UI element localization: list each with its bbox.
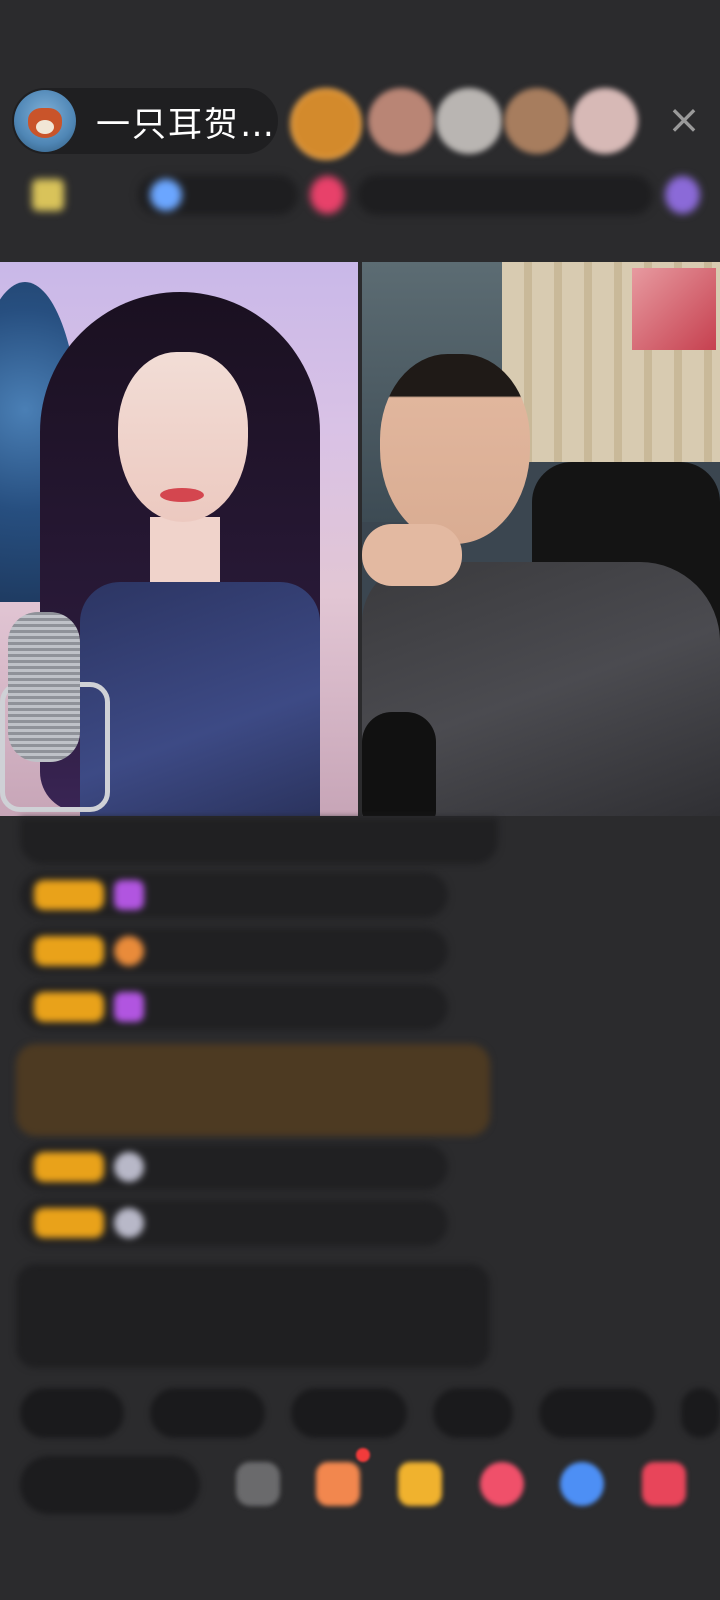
- guest-hand-graphic: [362, 524, 462, 586]
- fan-level-badge: [34, 1152, 104, 1182]
- room-info-row: [20, 172, 700, 218]
- emoji-icon[interactable]: [236, 1462, 280, 1506]
- chat-message[interactable]: [20, 928, 448, 974]
- host-name: 一只耳贺…: [96, 104, 276, 145]
- purple-badge-icon[interactable]: [665, 176, 700, 214]
- fan-level-badge: [34, 1208, 104, 1238]
- quick-reply-chip[interactable]: [680, 1388, 720, 1438]
- fan-level-badge: [34, 880, 104, 910]
- notification-dot: [356, 1448, 370, 1462]
- chat-message[interactable]: [20, 818, 498, 864]
- video-feed-left[interactable]: [0, 262, 358, 816]
- chat-input[interactable]: [20, 1456, 200, 1514]
- chat-message[interactable]: [20, 1144, 448, 1190]
- quick-reply-chip[interactable]: [20, 1388, 124, 1438]
- shell-icon: [114, 936, 144, 966]
- microphone-graphic: [8, 612, 80, 762]
- chat-message[interactable]: [20, 1200, 448, 1246]
- streamer-lips-graphic: [160, 488, 204, 502]
- chat-message-highlight[interactable]: [16, 1044, 490, 1136]
- gift-box-icon[interactable]: [316, 1462, 360, 1506]
- chat-message[interactable]: [20, 872, 448, 918]
- viewer-avatar-1[interactable]: [290, 88, 362, 160]
- rank-icon: [149, 179, 182, 211]
- quick-reply-chip[interactable]: [149, 1388, 266, 1438]
- game-controller-icon[interactable]: [560, 1462, 604, 1506]
- viewer-avatar-2[interactable]: [368, 88, 434, 154]
- microphone-graphic-2: [362, 712, 436, 816]
- user-avatar-icon: [114, 1208, 144, 1238]
- gem-icon: [114, 992, 144, 1022]
- poster-graphic: [632, 268, 716, 350]
- room-rank-chip[interactable]: [137, 175, 299, 215]
- red-badge-icon[interactable]: [310, 176, 345, 214]
- chat-message[interactable]: [20, 984, 448, 1030]
- gift-grid-icon[interactable]: [642, 1462, 686, 1506]
- room-stat-chip[interactable]: [20, 175, 126, 215]
- host-avatar[interactable]: [14, 90, 76, 152]
- viewer-avatar-5[interactable]: [572, 88, 638, 154]
- host-profile-pill[interactable]: 一只耳贺…: [12, 88, 278, 154]
- viewer-avatar-4[interactable]: [504, 88, 570, 154]
- treasure-icon[interactable]: [398, 1462, 442, 1506]
- announcement-chip[interactable]: [356, 175, 654, 215]
- video-feed-right[interactable]: [362, 262, 720, 816]
- level-icon: [32, 179, 64, 211]
- guest-head-graphic: [380, 354, 530, 544]
- fan-level-badge: [34, 936, 104, 966]
- chat-system-notice: [16, 1264, 490, 1368]
- fan-level-badge: [34, 992, 104, 1022]
- fox-avatar-graphic: [28, 108, 62, 138]
- gem-icon: [114, 880, 144, 910]
- quick-reply-chip[interactable]: [539, 1388, 655, 1438]
- heart-gift-icon[interactable]: [480, 1462, 524, 1506]
- close-icon[interactable]: ×: [664, 100, 704, 140]
- quick-reply-chip[interactable]: [432, 1388, 514, 1438]
- user-avatar-icon: [114, 1152, 144, 1182]
- viewer-avatar-3[interactable]: [436, 88, 502, 154]
- quick-reply-chip[interactable]: [291, 1388, 407, 1438]
- quick-reply-row: [20, 1388, 720, 1438]
- streamer-dress-graphic: [80, 582, 320, 816]
